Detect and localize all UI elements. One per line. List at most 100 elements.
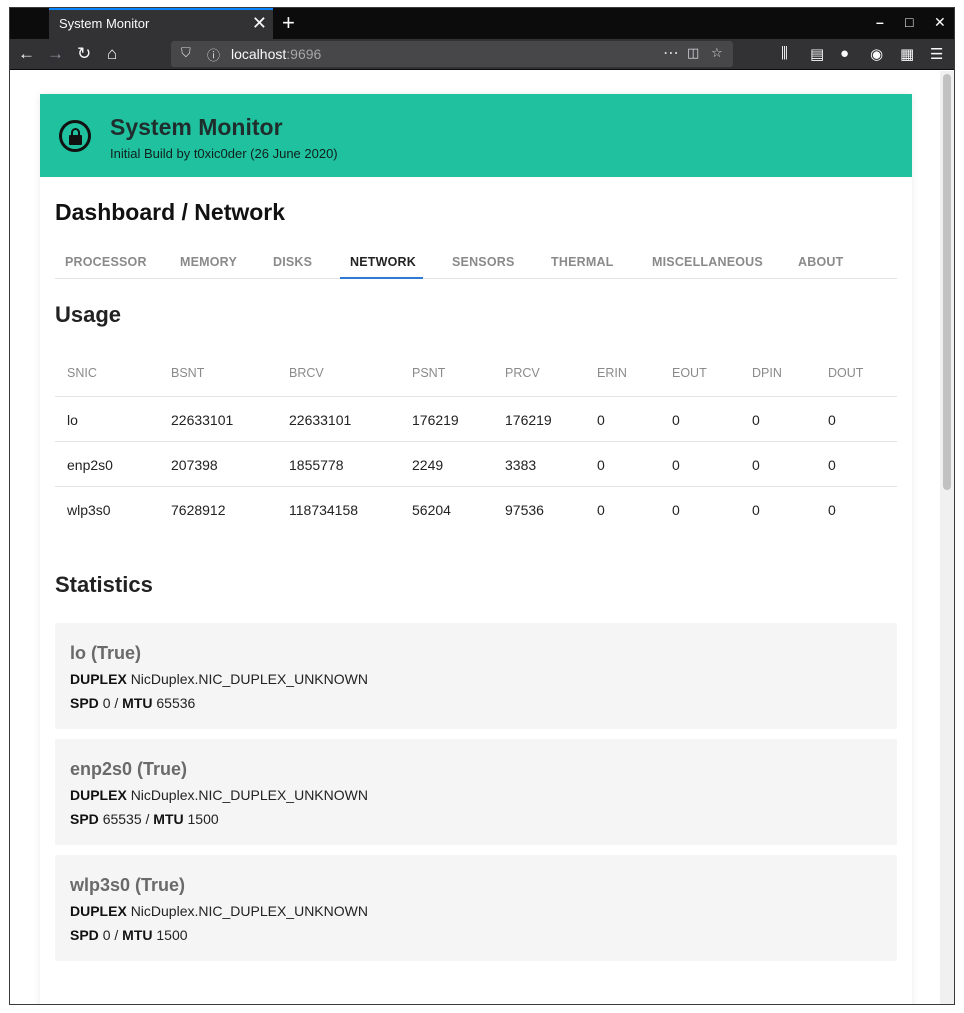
statistics-heading: Statistics: [55, 572, 153, 597]
library-icon[interactable]: ⫼: [781, 45, 788, 62]
table-cell: 1855778: [289, 457, 344, 473]
close-tab-icon[interactable]: ✕: [252, 13, 267, 34]
duplex-line: DUPLEX NicDuplex.NIC_DUPLEX_UNKNOWN: [70, 671, 368, 687]
table-cell: 0: [828, 457, 836, 473]
home-icon[interactable]: ⌂: [107, 44, 117, 64]
spd-label: SPD: [70, 927, 99, 943]
tab-miscellaneous[interactable]: MISCELLANEOUS: [652, 255, 763, 269]
duplex-value: NicDuplex.NIC_DUPLEX_UNKNOWN: [130, 903, 368, 919]
table-cell: 0: [752, 412, 760, 428]
usage-heading: Usage: [55, 302, 122, 327]
account-avatar-icon[interactable]: ●: [840, 45, 849, 62]
app-subtitle: Initial Build by t0xic0der (26 June 2020…: [110, 146, 338, 161]
nic-stat-title: lo (True): [70, 643, 141, 663]
maximize-icon[interactable]: □: [905, 14, 913, 30]
duplex-label: DUPLEX: [70, 671, 127, 687]
spd-label: SPD: [70, 695, 99, 711]
address-bar[interactable]: ⛉ ⓘ localhost:9696 ⋯ ◫ ☆: [171, 41, 733, 67]
extensions-puzzle-icon[interactable]: ▦: [900, 45, 914, 63]
more-actions-icon[interactable]: ⋯: [663, 43, 679, 63]
table-cell: 22633101: [289, 412, 352, 428]
nic-stat-card: enp2s0 (True) DUPLEX NicDuplex.NIC_DUPLE…: [55, 739, 897, 845]
table-cell: 0: [597, 457, 605, 473]
table-cell: 0: [752, 502, 760, 518]
speed-mtu-line: SPD 0 / MTU 1500: [70, 927, 188, 943]
extension-icon[interactable]: ◉: [870, 45, 883, 63]
table-cell: 0: [752, 457, 760, 473]
speed-mtu-line: SPD 65535 / MTU 1500: [70, 811, 219, 827]
mtu-value: 65536: [156, 695, 196, 711]
menu-icon[interactable]: ☰: [930, 45, 943, 63]
page-scrollbar[interactable]: [940, 71, 954, 1004]
url-host: localhost: [231, 46, 287, 62]
browser-tab[interactable]: System Monitor ✕: [49, 8, 273, 39]
table-cell: 2249: [412, 457, 444, 473]
page-viewport: System Monitor Initial Build by t0xic0de…: [10, 71, 941, 1004]
mtu-label: MTU: [153, 811, 184, 827]
usage-table: SNIC BSNT BRCV PSNT PRCV ERIN EOUT DPIN …: [55, 352, 897, 532]
table-cell: 0: [828, 502, 836, 518]
table-cell: 0: [672, 502, 680, 518]
table-cell: 22633101: [171, 412, 234, 428]
tab-strip: System Monitor ✕ + – □ ✕: [10, 8, 954, 39]
new-tab-icon[interactable]: +: [282, 10, 295, 36]
reload-icon[interactable]: ↻: [77, 44, 91, 64]
lock-icon: [59, 120, 91, 152]
column-header: PRCV: [505, 366, 540, 380]
tab-sensors[interactable]: SENSORS: [452, 255, 515, 269]
active-tab-indicator: [340, 277, 423, 279]
mtu-value: 1500: [156, 927, 188, 943]
tab-disks[interactable]: DISKS: [273, 255, 312, 269]
table-cell: 118734158: [289, 502, 359, 518]
table-cell: 0: [672, 412, 680, 428]
tab-processor[interactable]: PROCESSOR: [65, 255, 147, 269]
column-header: DOUT: [828, 366, 864, 380]
speed-mtu-line: SPD 0 / MTU 65536: [70, 695, 195, 711]
table-cell: 97536: [505, 502, 544, 518]
browser-window: System Monitor ✕ + – □ ✕ ← → ↻ ⌂ ⛉ ⓘ loc…: [9, 7, 955, 1005]
table-cell: 7628912: [171, 502, 226, 518]
table-cell: 207398: [171, 457, 218, 473]
tab-thermal[interactable]: THERMAL: [551, 255, 614, 269]
table-cell: 56204: [412, 502, 451, 518]
mtu-label: MTU: [122, 695, 153, 711]
duplex-line: DUPLEX NicDuplex.NIC_DUPLEX_UNKNOWN: [70, 903, 368, 919]
tab-about[interactable]: ABOUT: [798, 255, 843, 269]
spd-value: 65535: [102, 811, 142, 827]
table-cell: wlp3s0: [67, 502, 111, 518]
nic-stat-card: wlp3s0 (True) DUPLEX NicDuplex.NIC_DUPLE…: [55, 855, 897, 961]
table-cell: 176219: [412, 412, 459, 428]
nic-stat-title: enp2s0 (True): [70, 759, 188, 779]
column-header: PSNT: [412, 366, 446, 380]
pocket-icon[interactable]: ◫: [687, 45, 699, 61]
app-title: System Monitor: [110, 114, 283, 140]
minimize-icon[interactable]: –: [876, 14, 884, 30]
mtu-label: MTU: [122, 927, 153, 943]
column-header: BRCV: [289, 366, 324, 380]
shield-icon[interactable]: ⛉: [181, 45, 191, 61]
table-cell: 3383: [505, 457, 537, 473]
duplex-label: DUPLEX: [70, 787, 127, 803]
table-cell: 0: [597, 412, 605, 428]
section-tabs: PROCESSOR MEMORY DISKS NETWORK SENSORS T…: [55, 244, 897, 279]
close-window-icon[interactable]: ✕: [934, 14, 946, 31]
separator: /: [110, 927, 123, 943]
column-header: SNIC: [67, 366, 97, 380]
scrollbar-thumb[interactable]: [943, 74, 951, 490]
info-icon[interactable]: ⓘ: [207, 45, 220, 64]
tab-memory[interactable]: MEMORY: [180, 255, 237, 269]
table-row: lo 22633101 22633101 176219 176219 0 0 0…: [55, 397, 897, 442]
column-header: BSNT: [171, 366, 205, 380]
duplex-label: DUPLEX: [70, 903, 127, 919]
forward-icon[interactable]: →: [47, 44, 64, 64]
column-header: ERIN: [597, 366, 627, 380]
content-card: System Monitor Initial Build by t0xic0de…: [40, 94, 912, 1004]
table-row: wlp3s0 7628912 118734158 56204 97536 0 0…: [55, 487, 897, 532]
tab-network[interactable]: NETWORK: [350, 255, 416, 269]
bookmark-star-icon[interactable]: ☆: [711, 45, 723, 61]
mtu-value: 1500: [187, 811, 219, 827]
sidebar-icon[interactable]: ▤: [810, 45, 824, 63]
back-icon[interactable]: ←: [18, 44, 35, 64]
nav-toolbar: ← → ↻ ⌂ ⛉ ⓘ localhost:9696 ⋯ ◫ ☆ ⫼ ▤ ● ◉…: [10, 39, 954, 70]
table-row: enp2s0 207398 1855778 2249 3383 0 0 0 0: [55, 442, 897, 487]
